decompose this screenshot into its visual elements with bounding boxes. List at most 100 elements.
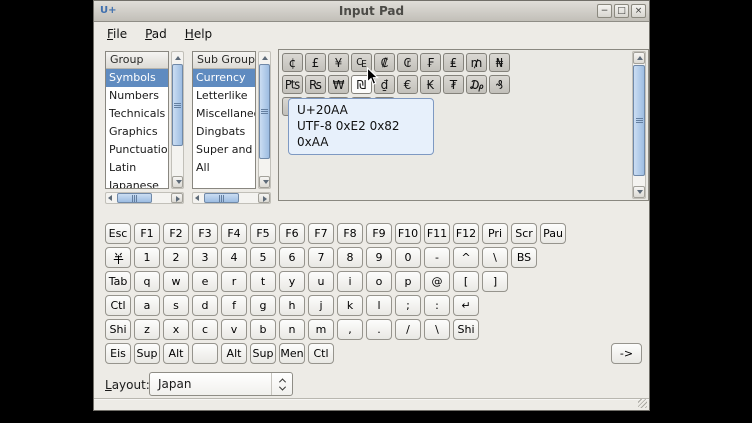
kb-key[interactable]: BS	[511, 247, 537, 268]
minimize-button[interactable]: −	[597, 4, 612, 18]
kb-key[interactable]: 7	[308, 247, 334, 268]
kb-key[interactable]: /	[395, 319, 421, 340]
kb-key[interactable]: Ctl	[105, 295, 131, 316]
char-key[interactable]: ₢	[397, 53, 418, 72]
kb-key[interactable]: k	[337, 295, 363, 316]
kb-key[interactable]: \	[424, 319, 450, 340]
char-key[interactable]: ¢	[282, 53, 303, 72]
kb-key[interactable]: f	[221, 295, 247, 316]
kb-key[interactable]: [	[453, 271, 479, 292]
char-key[interactable]: £	[305, 53, 326, 72]
subgroup-hscrollbar[interactable]	[192, 192, 271, 204]
menu-pad[interactable]: Pad	[143, 26, 169, 42]
kb-key[interactable]: F7	[308, 223, 334, 244]
scroll-left-icon[interactable]	[195, 195, 199, 201]
list-item[interactable]: Currency	[193, 69, 255, 87]
char-key[interactable]: ₨	[305, 75, 326, 94]
layout-combobox[interactable]: Japan	[149, 372, 293, 396]
kb-key[interactable]: q	[134, 271, 160, 292]
kb-key[interactable]: 5	[250, 247, 276, 268]
kb-key[interactable]: ,	[337, 319, 363, 340]
kb-key[interactable]: z	[134, 319, 160, 340]
char-key[interactable]: ₧	[282, 75, 303, 94]
char-vscroll-thumb[interactable]	[633, 65, 645, 176]
kb-key[interactable]: @	[424, 271, 450, 292]
kb-key[interactable]: j	[308, 295, 334, 316]
list-item[interactable]: Japanese	[106, 177, 168, 189]
kb-key[interactable]: e	[192, 271, 218, 292]
char-key[interactable]: ₭	[420, 75, 441, 94]
kb-key[interactable]: 9	[366, 247, 392, 268]
kb-key[interactable]: Alt	[163, 343, 189, 364]
subgroup-hscroll-right-button[interactable]	[258, 193, 270, 203]
list-item[interactable]: Numbers	[106, 87, 168, 105]
resize-grip-icon[interactable]	[638, 399, 647, 408]
kb-key[interactable]: F12	[453, 223, 479, 244]
kb-key[interactable]: v	[221, 319, 247, 340]
list-item[interactable]: All	[193, 159, 255, 177]
kb-key[interactable]: 4	[221, 247, 247, 268]
char-key[interactable]: ₩	[328, 75, 349, 94]
list-item[interactable]: Symbols	[106, 69, 168, 87]
list-item[interactable]: Technicals	[106, 105, 168, 123]
kb-key[interactable]: ;	[395, 295, 421, 316]
group-hscroll-right-button[interactable]	[171, 193, 183, 203]
kb-key[interactable]: h	[279, 295, 305, 316]
kb-key[interactable]: 3	[192, 247, 218, 268]
kb-key[interactable]: F1	[134, 223, 160, 244]
char-key[interactable]: €	[397, 75, 418, 94]
kb-key[interactable]: w	[163, 271, 189, 292]
scroll-up-icon[interactable]	[175, 56, 181, 60]
subgroup-hscroll-thumb[interactable]	[204, 193, 239, 203]
kb-key[interactable]: .	[366, 319, 392, 340]
kb-key[interactable]: y	[279, 271, 305, 292]
kb-key[interactable]: d	[192, 295, 218, 316]
kb-key[interactable]: i	[337, 271, 363, 292]
char-key[interactable]: ¥	[328, 53, 349, 72]
kb-key[interactable]: F2	[163, 223, 189, 244]
kb-key[interactable]: p	[395, 271, 421, 292]
char-vscroll-down-button[interactable]	[633, 186, 645, 198]
subgroup-column-header[interactable]: Sub Group	[193, 52, 255, 69]
kb-key[interactable]: b	[250, 319, 276, 340]
kb-key[interactable]: Sup	[134, 343, 160, 364]
kb-key[interactable]: Pri	[482, 223, 508, 244]
kb-key[interactable]: Ctl	[308, 343, 334, 364]
kb-key[interactable]: F3	[192, 223, 218, 244]
kb-key[interactable]: ^	[453, 247, 479, 268]
kb-key[interactable]	[105, 247, 131, 268]
kb-key[interactable]: x	[163, 319, 189, 340]
char-key[interactable]: ₣	[420, 53, 441, 72]
kb-key[interactable]: Shi	[105, 319, 131, 340]
kb-key[interactable]: 6	[279, 247, 305, 268]
kb-key[interactable]: Sup	[250, 343, 276, 364]
kb-key[interactable]	[192, 343, 218, 364]
kb-key[interactable]: 1	[134, 247, 160, 268]
char-key[interactable]: ₮	[443, 75, 464, 94]
kb-key[interactable]: F8	[337, 223, 363, 244]
kb-key[interactable]: u	[308, 271, 334, 292]
kb-key[interactable]: m	[308, 319, 334, 340]
kb-key[interactable]: F6	[279, 223, 305, 244]
subgroup-vscrollbar[interactable]	[258, 51, 271, 189]
kb-key[interactable]: F9	[366, 223, 392, 244]
kb-key[interactable]: :	[424, 295, 450, 316]
close-button[interactable]: ×	[631, 4, 646, 18]
kb-key[interactable]: ↵	[453, 295, 479, 316]
kb-key[interactable]: Shi	[453, 319, 479, 340]
kb-key[interactable]: F4	[221, 223, 247, 244]
group-hscroll-thumb[interactable]	[117, 193, 152, 203]
kb-key[interactable]: o	[366, 271, 392, 292]
menu-help[interactable]: Help	[183, 26, 214, 42]
kb-key[interactable]: Tab	[105, 271, 131, 292]
char-vscroll-up-button[interactable]	[633, 52, 645, 64]
kb-key[interactable]: -	[424, 247, 450, 268]
char-key[interactable]: ₤	[443, 53, 464, 72]
kb-key[interactable]: n	[279, 319, 305, 340]
kb-key[interactable]: Pau	[540, 223, 566, 244]
kb-key[interactable]: Men	[279, 343, 305, 364]
kb-key[interactable]: \	[482, 247, 508, 268]
group-column-header[interactable]: Group	[106, 52, 168, 69]
group-vscroll-down-button[interactable]	[172, 176, 183, 188]
kb-key[interactable]: Alt	[221, 343, 247, 364]
